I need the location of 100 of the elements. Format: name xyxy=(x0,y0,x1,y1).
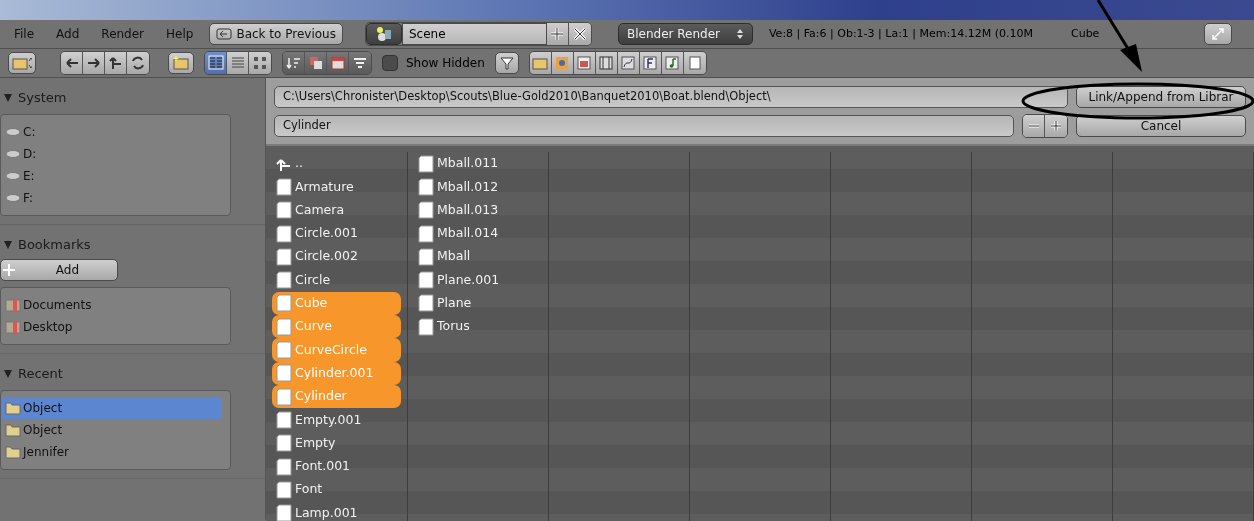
refresh-button[interactable] xyxy=(127,52,149,74)
curve-icon xyxy=(620,55,637,71)
folder-icon xyxy=(5,400,21,416)
document-icon xyxy=(276,387,292,406)
object-entry[interactable]: .. xyxy=(272,152,401,176)
document-icon xyxy=(276,410,292,429)
document-icon xyxy=(276,480,292,499)
cancel-button[interactable]: Cancel xyxy=(1076,115,1246,137)
object-entry[interactable]: Font.001 xyxy=(272,454,401,479)
file-filter-button[interactable] xyxy=(639,52,662,74)
sort-size-icon xyxy=(352,55,368,71)
show-hidden-label: Show Hidden xyxy=(406,55,485,72)
back-button[interactable]: Back to Previous xyxy=(209,23,343,45)
display-mode-button[interactable] xyxy=(205,52,227,74)
menu-item[interactable]: Render xyxy=(95,25,151,43)
parent-dir-button[interactable] xyxy=(105,52,127,74)
sidebar-item[interactable]: Jennifer xyxy=(1,441,230,463)
sidebar-item[interactable]: D: xyxy=(1,143,230,165)
sidebar-item[interactable]: F: xyxy=(1,187,230,209)
show-hidden-checkbox[interactable] xyxy=(382,55,398,71)
sidebar-item[interactable]: Object xyxy=(1,397,222,419)
film-icon xyxy=(598,55,615,71)
document-icon xyxy=(276,177,292,196)
folder-icon xyxy=(5,444,21,460)
object-entry[interactable]: Lamp.001 xyxy=(272,501,401,521)
file-filter-button[interactable] xyxy=(595,52,618,74)
add-bookmark-button[interactable]: Add xyxy=(0,259,118,281)
path-field[interactable]: C:\Users\Chronister\Desktop\Scouts\Blue-Gold2010\Banquet2010\Boat.blend\Object\ xyxy=(274,86,1068,108)
blank-file-icon xyxy=(686,55,703,71)
increment-button[interactable] xyxy=(1045,115,1067,137)
document-icon xyxy=(276,434,292,453)
sort-button[interactable] xyxy=(283,52,305,74)
decrement-button[interactable] xyxy=(1023,115,1045,137)
sidebar-item[interactable]: Desktop xyxy=(1,316,230,338)
display-mode-button[interactable] xyxy=(249,52,271,74)
object-entry[interactable]: Circle.002 xyxy=(272,245,401,269)
filter-button[interactable] xyxy=(494,52,519,74)
new-folder-button[interactable] xyxy=(168,52,194,74)
display-mode-button[interactable] xyxy=(227,52,249,74)
object-entry[interactable]: Camera xyxy=(272,198,401,222)
object-entry[interactable]: Empty.001 xyxy=(272,408,401,432)
object-entry[interactable]: Mball.013 xyxy=(414,198,542,222)
file-type-dropdown[interactable] xyxy=(8,52,36,74)
panel-title: Recent xyxy=(18,365,63,384)
object-entry[interactable]: Mball.011 xyxy=(414,152,542,176)
object-entry[interactable]: Plane.001 xyxy=(414,268,542,292)
updown-icon xyxy=(735,28,744,40)
sidebar-item[interactable]: Object xyxy=(1,419,230,441)
maximize-button[interactable] xyxy=(1204,23,1232,45)
object-entry[interactable]: Mball.012 xyxy=(414,175,542,199)
object-entry[interactable]: Font xyxy=(272,478,401,502)
filename-field[interactable]: Cylinder xyxy=(274,115,1014,137)
object-entry[interactable]: Empty xyxy=(272,431,401,455)
file-filter-button[interactable] xyxy=(551,52,574,74)
document-icon xyxy=(276,224,292,243)
document-icon xyxy=(418,177,434,196)
object-entry[interactable]: Circle xyxy=(272,268,401,292)
file-filter-button[interactable] xyxy=(617,52,640,74)
object-entry[interactable]: Mball xyxy=(414,245,542,269)
panel-title: System xyxy=(18,89,67,108)
sort-button[interactable] xyxy=(327,52,349,74)
bookmark-folder-icon xyxy=(5,297,21,313)
document-icon xyxy=(418,271,434,290)
scene-type-button[interactable] xyxy=(365,23,402,45)
folder-icon xyxy=(12,56,32,70)
document-icon xyxy=(418,154,434,173)
file-filter-button[interactable] xyxy=(529,52,552,74)
object-entry[interactable]: Armature xyxy=(272,175,401,199)
sort-type-icon xyxy=(307,55,324,71)
funnel-icon xyxy=(498,55,515,71)
thumbnail-grid-icon xyxy=(252,55,268,71)
object-entry[interactable]: Plane xyxy=(414,291,542,316)
sort-button[interactable] xyxy=(349,52,371,74)
link-append-button[interactable]: Link/Append from Librar xyxy=(1076,86,1246,108)
sidebar-item[interactable]: E: xyxy=(1,165,230,187)
forward-nav-button[interactable] xyxy=(83,52,105,74)
menu-item[interactable]: File xyxy=(8,25,41,43)
file-filter-button[interactable] xyxy=(573,52,596,74)
object-entry[interactable]: Circle.001 xyxy=(272,221,401,246)
parent-arrow-icon xyxy=(107,55,124,71)
sort-button[interactable] xyxy=(305,52,327,74)
render-engine-label: Blender Render xyxy=(626,26,720,43)
folder-icon xyxy=(172,55,190,71)
screen-icon xyxy=(216,28,233,40)
object-entry[interactable]: Torus xyxy=(414,315,542,339)
document-icon xyxy=(418,294,434,313)
menu-item[interactable]: Add xyxy=(50,25,86,43)
sidebar-item[interactable]: Documents xyxy=(1,294,230,316)
menu-item[interactable]: Help xyxy=(160,25,200,43)
panel-title: Bookmarks xyxy=(18,236,91,255)
delete-scene-button[interactable] xyxy=(568,23,591,45)
font-icon xyxy=(642,55,659,71)
sidebar-item[interactable]: C: xyxy=(1,121,230,143)
scene-field[interactable]: Scene xyxy=(401,23,547,45)
file-filter-button[interactable] xyxy=(683,52,706,74)
render-engine-dropdown[interactable]: Blender Render xyxy=(617,23,753,45)
file-filter-button[interactable] xyxy=(661,52,684,74)
back-nav-button[interactable] xyxy=(61,52,83,74)
add-scene-button[interactable] xyxy=(546,23,569,45)
object-entry[interactable]: Mball.014 xyxy=(414,221,542,246)
